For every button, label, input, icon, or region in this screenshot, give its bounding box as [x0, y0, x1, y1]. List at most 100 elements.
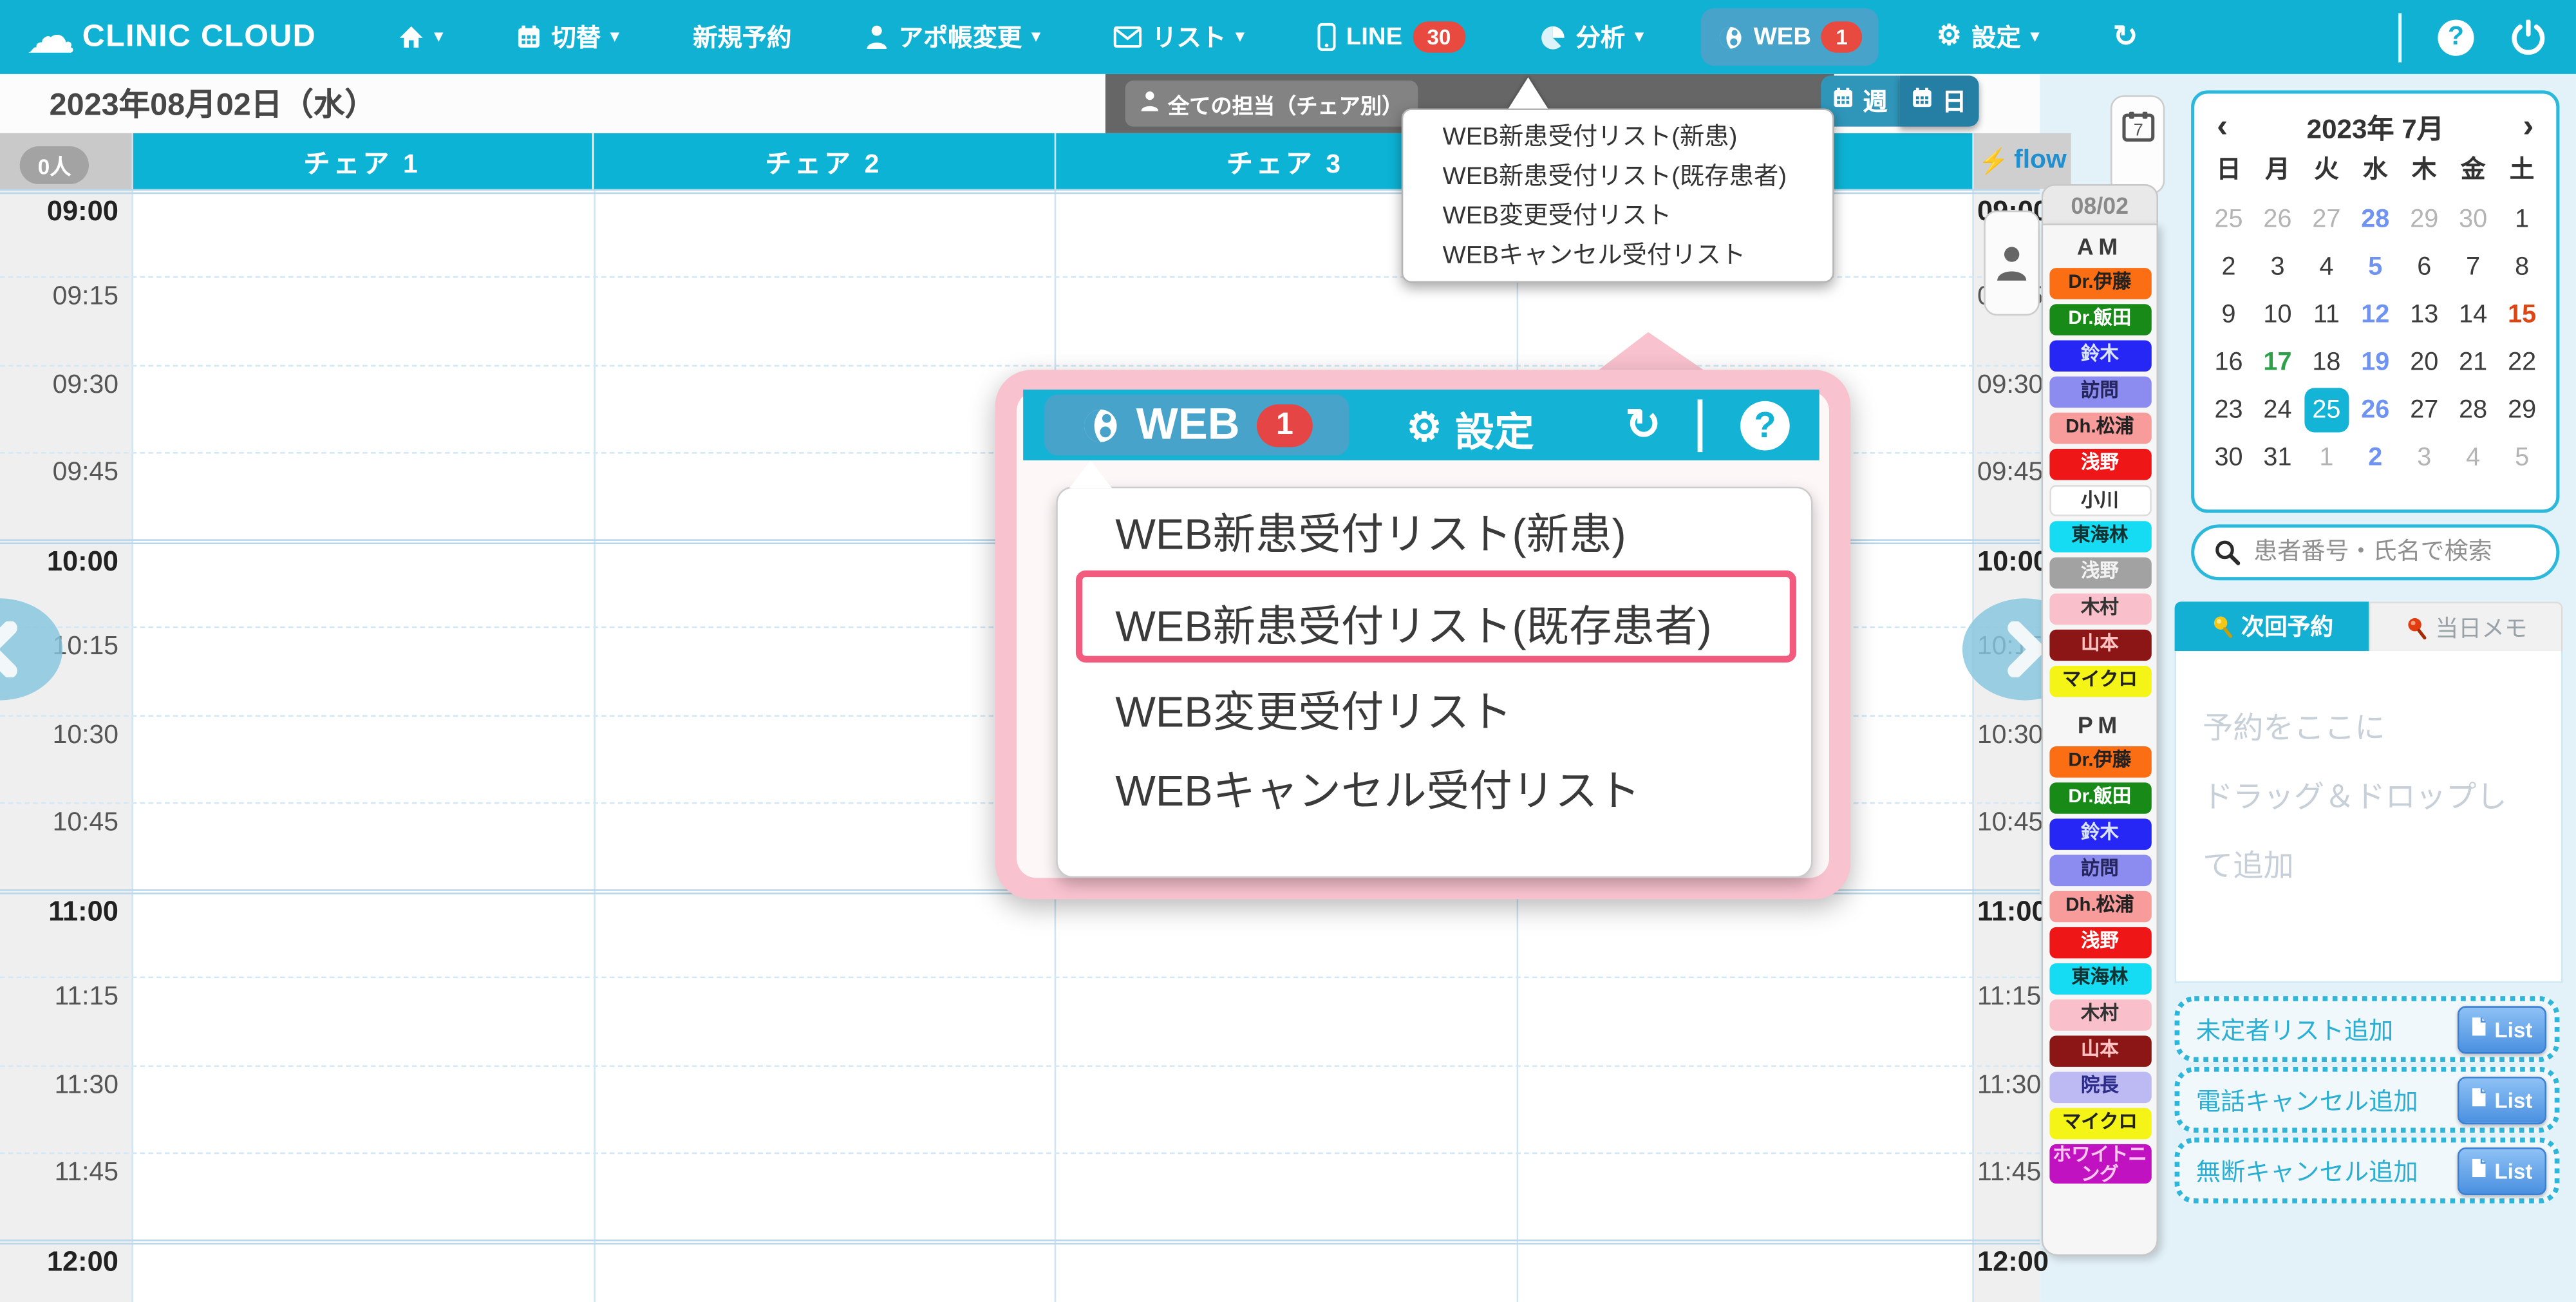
- nav-item-switch[interactable]: 切替▾: [500, 6, 635, 67]
- mini-calendar-day[interactable]: 4: [2302, 243, 2351, 291]
- calendar-column-chair-2[interactable]: [594, 189, 1053, 1302]
- staff-badge[interactable]: 東海林: [2049, 521, 2150, 552]
- staff-badge[interactable]: Dr.伊藤: [2049, 268, 2150, 299]
- mini-calendar-day[interactable]: 12: [2351, 291, 2400, 339]
- tab-next-reservation[interactable]: 次回予約: [2175, 601, 2369, 651]
- list-button[interactable]: List: [2458, 1147, 2546, 1194]
- web-dropdown-item[interactable]: WEB新患受付リスト(既存患者): [1403, 158, 1832, 197]
- staff-badge[interactable]: 木村: [2049, 594, 2150, 625]
- mini-calendar-day[interactable]: 27: [2302, 196, 2351, 243]
- staff-badge[interactable]: マイクロ: [2049, 1108, 2150, 1140]
- mini-calendar-day[interactable]: 23: [2205, 386, 2253, 434]
- nav-item-home[interactable]: ▾: [382, 12, 459, 62]
- mini-calendar-day[interactable]: 20: [2400, 339, 2449, 386]
- mini-calendar-day[interactable]: 22: [2497, 339, 2546, 386]
- mini-calendar-day[interactable]: 21: [2449, 339, 2497, 386]
- mini-calendar-day[interactable]: 29: [2400, 196, 2449, 243]
- next-reservation-drop-area[interactable]: 予約をここにドラッグ＆ドロップして追加: [2175, 651, 2563, 983]
- app-logo[interactable]: ☁ CLINIC CLOUD: [26, 12, 316, 62]
- mini-calendar-day[interactable]: 5: [2497, 434, 2546, 482]
- staff-badge[interactable]: 東海林: [2049, 963, 2150, 995]
- nav-item-analysis[interactable]: 分析▾: [1523, 6, 1660, 67]
- mini-calendar-day-selected[interactable]: 25: [2302, 386, 2351, 434]
- list-button[interactable]: List: [2458, 1076, 2546, 1124]
- nav-item-new-reservation[interactable]: 新規予約: [677, 6, 808, 67]
- mini-calendar-day[interactable]: 25: [2205, 196, 2253, 243]
- nav-item-web[interactable]: WEB1: [1701, 8, 1879, 66]
- mini-calendar-day[interactable]: 27: [2400, 386, 2449, 434]
- help-button[interactable]: ?: [2438, 19, 2474, 55]
- mini-calendar-day[interactable]: 13: [2400, 291, 2449, 339]
- mini-calendar-day[interactable]: 28: [2449, 386, 2497, 434]
- mini-calendar-day[interactable]: 30: [2205, 434, 2253, 482]
- patient-search-input[interactable]: [2250, 538, 2537, 567]
- staff-badge[interactable]: 訪問: [2049, 855, 2150, 887]
- nav-item-refresh[interactable]: ↻: [2096, 9, 2154, 65]
- staff-badge[interactable]: 小川: [2049, 485, 2150, 516]
- mini-calendar-day[interactable]: 28: [2351, 196, 2400, 243]
- mini-calendar-day[interactable]: 2: [2351, 434, 2400, 482]
- mini-calendar-day[interactable]: 18: [2302, 339, 2351, 386]
- next-month-button[interactable]: ›: [2500, 108, 2556, 146]
- mini-calendar-day[interactable]: 17: [2253, 339, 2302, 386]
- flow-link[interactable]: ⚡ flow: [1974, 133, 2071, 189]
- nav-item-line[interactable]: LINE30: [1302, 8, 1482, 66]
- mini-calendar-day[interactable]: 14: [2449, 291, 2497, 339]
- mini-calendar-day[interactable]: 30: [2449, 196, 2497, 243]
- nav-item-settings[interactable]: ⚙設定▾: [1920, 6, 2055, 67]
- staff-list-tab[interactable]: [1984, 211, 2040, 316]
- mini-calendar-day[interactable]: 6: [2400, 243, 2449, 291]
- tab-today-memo[interactable]: 当日メモ: [2369, 601, 2562, 651]
- staff-badge[interactable]: Dr.飯田: [2049, 782, 2150, 814]
- mini-calendar-day[interactable]: 2: [2205, 243, 2253, 291]
- power-button[interactable]: [2510, 19, 2546, 55]
- mini-calendar-day[interactable]: 11: [2302, 291, 2351, 339]
- staff-badge[interactable]: Dh.松浦: [2049, 891, 2150, 923]
- mini-calendar-day[interactable]: 19: [2351, 339, 2400, 386]
- web-dropdown-item[interactable]: WEB新患受付リスト(新患): [1403, 118, 1832, 158]
- mini-calendar-day[interactable]: 8: [2497, 243, 2546, 291]
- all-staff-button[interactable]: 全ての担当（チェア別）: [1125, 80, 1418, 126]
- mini-calendar-day[interactable]: 16: [2205, 339, 2253, 386]
- web-dropdown-item[interactable]: WEB変更受付リスト: [1403, 197, 1832, 236]
- staff-badge[interactable]: 院長: [2049, 1072, 2150, 1104]
- staff-badge[interactable]: Dh.松浦: [2049, 413, 2150, 444]
- day-view-button[interactable]: 日: [1900, 75, 1979, 126]
- mini-calendar-day[interactable]: 26: [2253, 196, 2302, 243]
- staff-badge[interactable]: 鈴木: [2049, 340, 2150, 372]
- nav-item-list[interactable]: リスト▾: [1098, 6, 1261, 67]
- weekly-calendar-tab[interactable]: 7: [2111, 95, 2165, 194]
- mini-calendar-day[interactable]: 31: [2253, 434, 2302, 482]
- staff-badge[interactable]: 鈴木: [2049, 818, 2150, 850]
- mini-calendar-day[interactable]: 15: [2497, 291, 2546, 339]
- mini-calendar-day[interactable]: 7: [2449, 243, 2497, 291]
- staff-badge[interactable]: 浅野: [2049, 449, 2150, 480]
- mini-calendar-day[interactable]: 5: [2351, 243, 2400, 291]
- mini-calendar-day[interactable]: 3: [2400, 434, 2449, 482]
- mini-calendar-day[interactable]: 1: [2302, 434, 2351, 482]
- mini-calendar-day[interactable]: 26: [2351, 386, 2400, 434]
- staff-badge[interactable]: Dr.伊藤: [2049, 746, 2150, 778]
- staff-badge[interactable]: Dr.飯田: [2049, 304, 2150, 335]
- mini-calendar-day[interactable]: 4: [2449, 434, 2497, 482]
- nav-item-appointment-change[interactable]: アポ帳変更▾: [849, 6, 1057, 67]
- staff-badge[interactable]: ホワイトニング: [2049, 1144, 2150, 1184]
- mini-calendar-day[interactable]: 1: [2497, 196, 2546, 243]
- staff-badge[interactable]: 浅野: [2049, 927, 2150, 959]
- staff-badge[interactable]: 浅野: [2049, 557, 2150, 589]
- prev-month-button[interactable]: ‹: [2194, 108, 2250, 146]
- mini-calendar-day[interactable]: 29: [2497, 386, 2546, 434]
- patient-search-box[interactable]: [2191, 524, 2559, 580]
- staff-badge[interactable]: 訪問: [2049, 377, 2150, 408]
- mini-calendar-day[interactable]: 10: [2253, 291, 2302, 339]
- staff-badge[interactable]: 木村: [2049, 999, 2150, 1031]
- staff-badge[interactable]: 山本: [2049, 630, 2150, 661]
- mini-calendar-day[interactable]: 9: [2205, 291, 2253, 339]
- list-button[interactable]: List: [2458, 1005, 2546, 1053]
- web-dropdown-item[interactable]: WEBキャンセル受付リスト: [1403, 237, 1832, 276]
- calendar-column-chair-1[interactable]: [133, 189, 592, 1302]
- mini-calendar-day[interactable]: 24: [2253, 386, 2302, 434]
- staff-badge[interactable]: 山本: [2049, 1035, 2150, 1067]
- mini-calendar-day[interactable]: 3: [2253, 243, 2302, 291]
- staff-badge[interactable]: マイクロ: [2049, 666, 2150, 697]
